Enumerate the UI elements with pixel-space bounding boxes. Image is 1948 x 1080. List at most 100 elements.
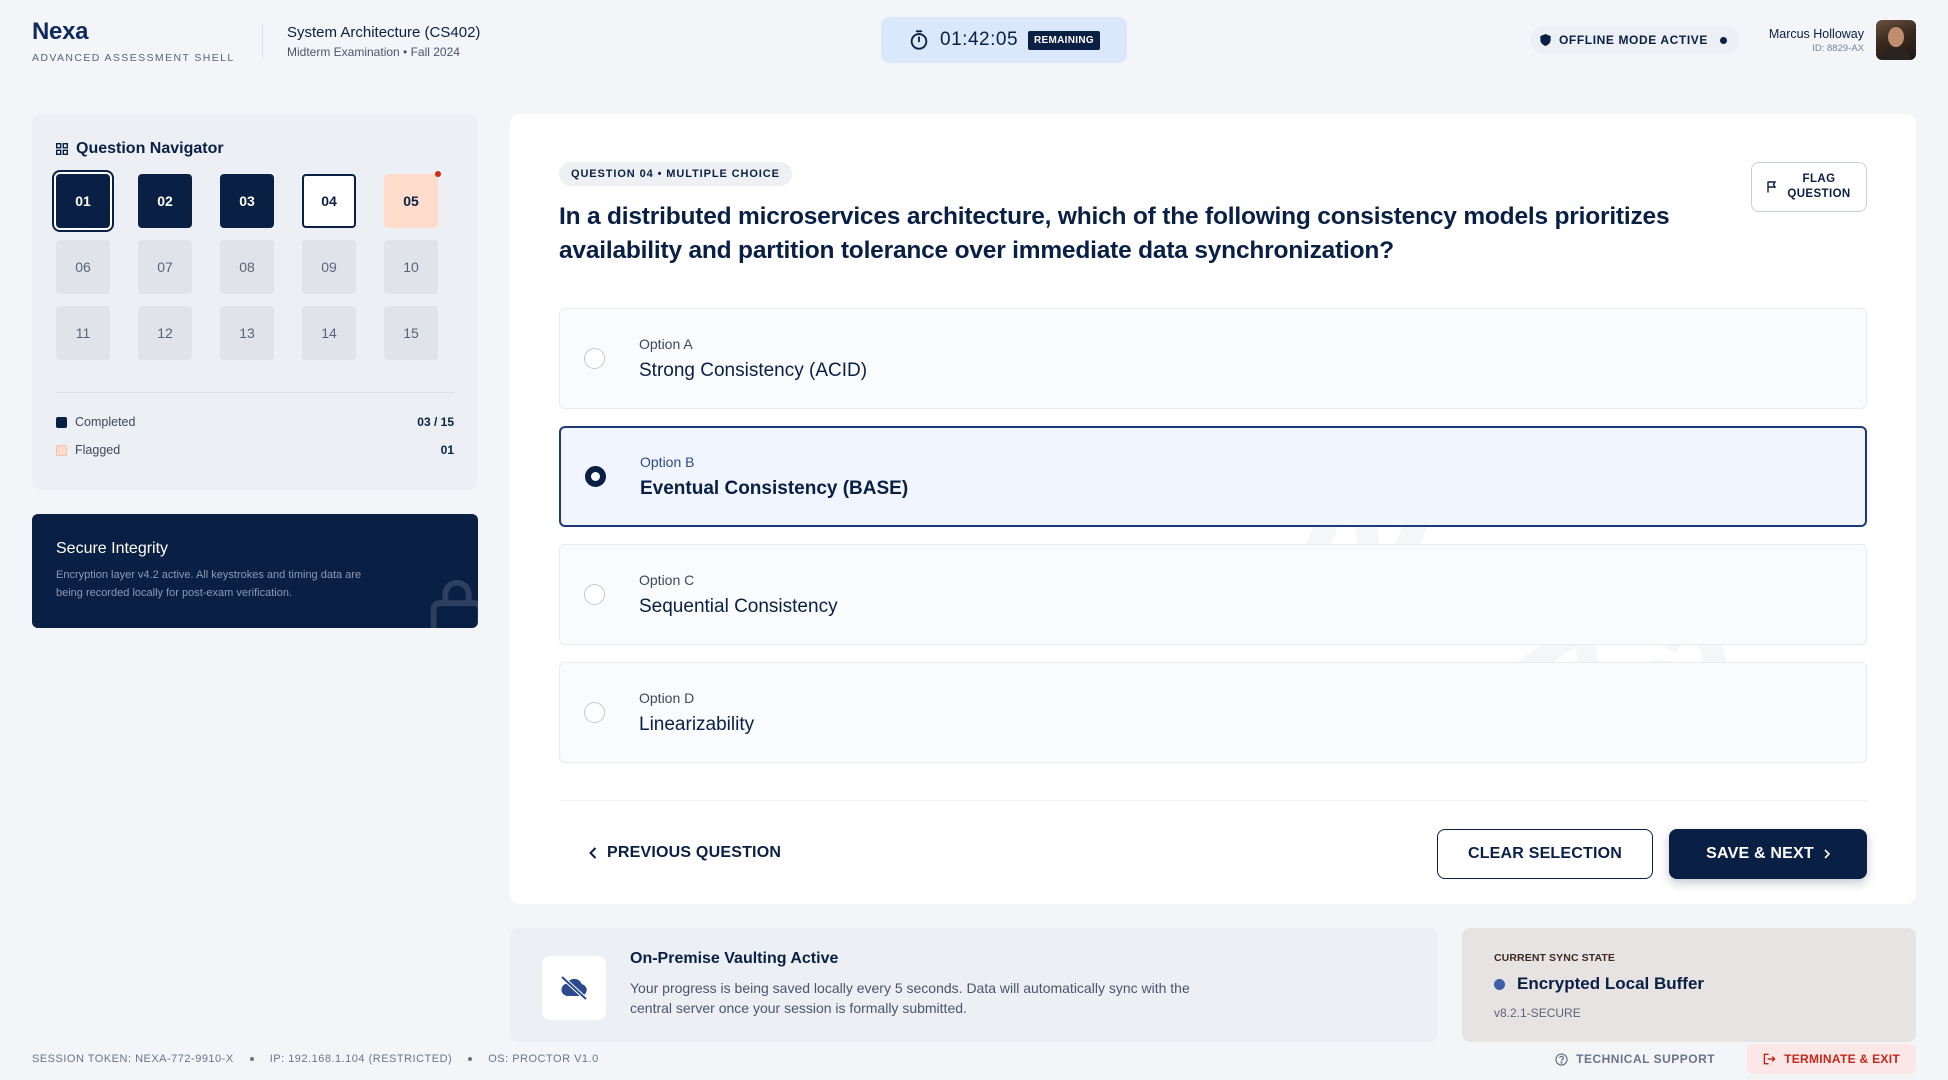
- brand: Nexa ADVANCED ASSESSMENT SHELL: [32, 18, 252, 64]
- offline-mode-label: OFFLINE MODE ACTIVE: [1559, 33, 1708, 47]
- question-nav-button[interactable]: 12: [138, 306, 192, 360]
- app-footer: SESSION TOKEN: NEXA-772-9910-X IP: 192.1…: [0, 1044, 1948, 1080]
- navigator-title-label: Question Navigator: [76, 140, 224, 157]
- sync-state: Encrypted Local Buffer: [1494, 974, 1884, 994]
- option-text: Eventual Consistency (BASE): [640, 477, 909, 499]
- vault-icon-box: [542, 956, 606, 1020]
- navigator-divider: [56, 392, 454, 393]
- vault-content: On-Premise Vaulting Active Your progress…: [630, 950, 1190, 1018]
- question-nav-button[interactable]: 07: [138, 240, 192, 294]
- question-actions: PREVIOUS QUESTION CLEAR SELECTION SAVE &…: [559, 800, 1867, 904]
- question-tag: QUESTION 04 • MULTIPLE CHOICE: [559, 162, 792, 186]
- radio-button[interactable]: [584, 348, 605, 369]
- terminate-exit-label: TERMINATE & EXIT: [1784, 1052, 1900, 1066]
- previous-question-label: PREVIOUS QUESTION: [607, 843, 782, 861]
- answer-options: Option A Strong Consistency (ACID) Option …: [559, 308, 1867, 763]
- legend-completed-label: Completed: [75, 415, 136, 429]
- save-next-button[interactable]: SAVE & NEXT: [1669, 828, 1867, 879]
- technical-support-label: TECHNICAL SUPPORT: [1576, 1052, 1716, 1066]
- brand-name: Nexa: [32, 18, 89, 45]
- flag-question-label: FLAG QUESTION: [1787, 172, 1850, 202]
- cloud-off-icon: [560, 975, 588, 1001]
- radio-button[interactable]: [585, 466, 606, 487]
- sync-label: CURRENT SYNC STATE: [1494, 952, 1615, 964]
- question-nav-button[interactable]: 13: [220, 306, 274, 360]
- option-text: Strong Consistency (ACID): [639, 359, 868, 381]
- flag-icon: [1767, 181, 1777, 193]
- option-label: Option A: [639, 335, 693, 352]
- offline-mode-indicator: OFFLINE MODE ACTIVE: [1530, 26, 1739, 54]
- header-divider: [262, 24, 263, 58]
- clear-selection-button[interactable]: CLEAR SELECTION: [1437, 828, 1653, 879]
- status-dot: [1719, 36, 1727, 44]
- legend-flagged-label: Flagged: [75, 443, 121, 457]
- integrity-title: Secure Integrity: [56, 540, 169, 557]
- technical-support-link[interactable]: TECHNICAL SUPPORT: [1555, 1052, 1715, 1066]
- question-nav-button[interactable]: 03: [220, 174, 274, 228]
- user-info: Marcus Holloway ID: 8829-AX: [1769, 27, 1864, 54]
- terminate-exit-button[interactable]: TERMINATE & EXIT: [1747, 1044, 1916, 1074]
- legend-completed-label-wrap: Completed: [56, 415, 135, 429]
- right-actions: CLEAR SELECTION SAVE & NEXT: [1437, 828, 1867, 879]
- legend-flagged: Flagged 01: [56, 443, 454, 457]
- radio-button[interactable]: [584, 702, 605, 723]
- answer-option[interactable]: Option B Eventual Consistency (BASE): [559, 426, 1867, 527]
- avatar[interactable]: [1876, 20, 1916, 60]
- answer-option[interactable]: Option C Sequential Consistency: [559, 544, 1867, 645]
- footer-actions: TECHNICAL SUPPORT TERMINATE & EXIT: [1555, 1044, 1916, 1074]
- question-nav-button[interactable]: 09: [302, 240, 356, 294]
- vaulting-status-panel: On-Premise Vaulting Active Your progress…: [510, 928, 1438, 1042]
- answer-option[interactable]: Option D Linearizability: [559, 662, 1867, 763]
- flag-question-button[interactable]: FLAG QUESTION: [1751, 162, 1867, 212]
- chevron-left-icon: [589, 846, 597, 859]
- question-nav-button[interactable]: 01: [56, 174, 110, 228]
- question-text: In a distributed microservices architect…: [559, 203, 1670, 264]
- course-info: System Architecture (CS402) Midterm Exam…: [287, 24, 480, 59]
- exam-timer: 01:42:05 REMAINING: [881, 17, 1127, 63]
- sync-version: v8.2.1-SECURE: [1494, 1006, 1581, 1020]
- integrity-text: Encryption layer v4.2 active. All keystr…: [56, 569, 362, 599]
- footer-separator: [468, 1057, 473, 1061]
- question-card: Nexa QUESTION 04 • MULTIPLE CHOICE FLAG …: [510, 114, 1916, 904]
- question-nav-button[interactable]: 10: [384, 240, 438, 294]
- question-nav-button[interactable]: 11: [56, 306, 110, 360]
- option-label: Option D: [639, 689, 695, 706]
- legend-flagged-value: 01: [440, 443, 454, 457]
- question-nav-button[interactable]: 14: [302, 306, 356, 360]
- question-nav-button[interactable]: 08: [220, 240, 274, 294]
- question-nav-button[interactable]: 15: [384, 306, 438, 360]
- vault-title: On-Premise Vaulting Active: [630, 950, 839, 967]
- legend-flagged-swatch: [56, 444, 67, 456]
- option-label: Option C: [639, 571, 695, 588]
- legend-flagged-label-wrap: Flagged: [56, 443, 120, 457]
- flag-indicator-dot: [435, 171, 441, 177]
- grid-icon: [56, 143, 68, 155]
- question-nav-button[interactable]: 05: [384, 171, 441, 228]
- vault-text: Your progress is being saved locally eve…: [630, 980, 1190, 1016]
- question-navigator: Question Navigator 01 02 03 04 05 06 07 08 09 10 1…: [32, 114, 478, 490]
- sync-status-dot: [1494, 978, 1505, 990]
- question-nav-button[interactable]: 06: [56, 240, 110, 294]
- ip-address: IP: 192.168.1.104 (RESTRICTED): [269, 1053, 453, 1065]
- course-subtitle: Midterm Examination • Fall 2024: [287, 44, 460, 59]
- answer-option[interactable]: Option A Strong Consistency (ACID): [559, 308, 1867, 409]
- option-label: Option B: [640, 453, 695, 470]
- shield-icon: [1540, 34, 1551, 46]
- user-profile[interactable]: Marcus Holloway ID: 8829-AX: [1769, 20, 1916, 60]
- user-name: Marcus Holloway: [1768, 26, 1864, 41]
- navigator-title: Question Navigator: [56, 140, 454, 158]
- chevron-right-icon: [1824, 848, 1830, 859]
- previous-question-button[interactable]: PREVIOUS QUESTION: [589, 844, 781, 862]
- brand-subtitle: ADVANCED ASSESSMENT SHELL: [32, 52, 235, 64]
- footer-separator: [249, 1057, 254, 1061]
- radio-button[interactable]: [584, 584, 605, 605]
- help-icon: [1555, 1052, 1568, 1066]
- option-text: Sequential Consistency: [639, 595, 838, 617]
- course-title: System Architecture (CS402): [287, 23, 481, 41]
- logout-icon: [1763, 1053, 1776, 1065]
- legend-completed-value: 03 / 15: [417, 415, 454, 429]
- question-nav-button[interactable]: 04: [302, 174, 356, 228]
- os-info: OS: PROCTOR V1.0: [488, 1053, 599, 1065]
- secure-integrity-panel: Secure Integrity Encryption layer v4.2 a…: [32, 514, 478, 628]
- question-nav-button[interactable]: 02: [138, 174, 192, 228]
